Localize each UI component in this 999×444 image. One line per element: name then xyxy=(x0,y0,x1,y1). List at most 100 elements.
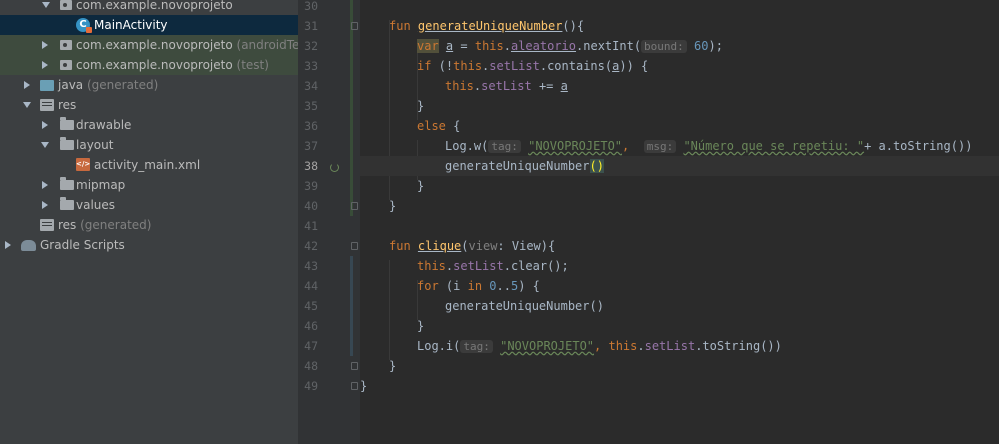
code-token-keyword: in xyxy=(467,279,483,293)
fold-marker-icon[interactable] xyxy=(351,22,358,30)
res-folder-icon xyxy=(40,219,54,231)
code-token-property: setList xyxy=(644,339,696,353)
code-line[interactable]: var a = this.aleatorio.nextInt(bound: 60… xyxy=(360,36,999,56)
code-line[interactable]: Log.w(tag: "NOVOPROJETO", msg: "Número q… xyxy=(360,136,999,156)
chevron-right-icon[interactable] xyxy=(42,181,48,189)
chevron-right-icon[interactable] xyxy=(42,201,48,209)
xml-file-icon: </> xyxy=(76,158,90,171)
line-number: 31 xyxy=(304,19,318,33)
tree-item-gradle-scripts[interactable]: Gradle Scripts xyxy=(0,235,298,255)
chevron-right-icon[interactable] xyxy=(42,61,48,69)
code-token-number: 60 xyxy=(694,39,709,53)
code-line[interactable]: if (!this.setList.contains(a)) { xyxy=(360,56,999,76)
code-line[interactable]: Log.i(tag: "NOVOPROJETO", this.setList.t… xyxy=(360,336,999,356)
chevron-down-icon[interactable] xyxy=(41,142,49,148)
tree-item-suffix: (generated) xyxy=(83,78,159,92)
code-token-property: aleatorio xyxy=(510,39,577,53)
tree-item-layout[interactable]: layout xyxy=(0,135,298,155)
chevron-right-icon[interactable] xyxy=(24,81,30,89)
code-token: ( xyxy=(461,239,469,253)
tree-item-res-generated[interactable]: res (generated) xyxy=(0,215,298,235)
code-line[interactable]: generateUniqueNumber() xyxy=(360,296,999,316)
code-token-property: setList xyxy=(481,79,532,93)
tree-item-package-test[interactable]: com.example.novoprojeto (test) xyxy=(0,55,298,75)
kotlin-class-icon: C xyxy=(76,18,92,33)
fold-marker-icon[interactable] xyxy=(351,202,358,210)
code-token: } xyxy=(417,99,425,113)
line-number: 33 xyxy=(304,59,318,73)
code-line[interactable]: fun generateUniqueNumber(){ xyxy=(360,16,999,36)
code-token: } xyxy=(417,179,425,193)
tree-item-label: activity_main.xml xyxy=(94,158,201,172)
tree-item-mainactivity[interactable]: C MainActivity xyxy=(0,15,298,35)
code-token-function: clique xyxy=(417,239,462,253)
tree-item-suffix: (test) xyxy=(232,58,269,72)
code-line[interactable]: for (i in 0..5) { xyxy=(360,276,999,296)
tree-item-suffix: (generated) xyxy=(76,218,152,232)
tree-item-drawable[interactable]: drawable xyxy=(0,115,298,135)
recursive-call-icon[interactable] xyxy=(330,163,339,172)
code-line[interactable]: } xyxy=(360,376,999,396)
code-line[interactable]: fun clique(view: View){ xyxy=(360,236,999,256)
code-line[interactable]: } xyxy=(360,316,999,336)
code-token: , xyxy=(594,339,609,353)
line-number: 36 xyxy=(304,119,318,133)
line-number: 37 xyxy=(304,139,318,153)
fold-marker-icon[interactable] xyxy=(351,382,358,390)
folder-icon xyxy=(60,177,74,190)
chevron-right-icon[interactable] xyxy=(42,121,48,129)
folder-icon xyxy=(60,137,74,150)
code-token-number: 0 xyxy=(489,279,497,293)
code-token-keyword: this xyxy=(474,39,504,53)
line-number: 42 xyxy=(304,239,318,253)
vcs-change-marker[interactable] xyxy=(350,256,353,356)
tree-item-java-generated[interactable]: java (generated) xyxy=(0,75,298,95)
tree-item-package-main[interactable]: com.example.novoprojeto xyxy=(0,0,298,15)
line-number: 30 xyxy=(304,0,318,13)
code-line[interactable]: else { xyxy=(360,116,999,136)
tree-item-activity-main-xml[interactable]: </> activity_main.xml xyxy=(0,155,298,175)
fold-marker-icon[interactable] xyxy=(351,242,358,250)
chevron-down-icon[interactable] xyxy=(42,2,50,8)
chevron-down-icon[interactable] xyxy=(23,102,31,108)
vcs-change-marker[interactable] xyxy=(350,0,353,216)
code-line[interactable]: } xyxy=(360,196,999,216)
matched-paren: () xyxy=(589,159,604,173)
gradle-icon xyxy=(21,240,36,251)
line-number: 44 xyxy=(304,279,318,293)
code-line[interactable]: } xyxy=(360,356,999,376)
parameter-hint: bound: xyxy=(641,40,687,53)
code-token: (i xyxy=(438,279,468,293)
tree-item-mipmap[interactable]: mipmap xyxy=(0,175,298,195)
folder-icon xyxy=(60,117,74,130)
code-token: } xyxy=(417,319,425,333)
tree-item-res[interactable]: res xyxy=(0,95,298,115)
tree-item-package-androidtest[interactable]: com.example.novoprojeto (androidTest) xyxy=(0,35,298,55)
code-token-keyword: this xyxy=(445,79,474,93)
chevron-right-icon[interactable] xyxy=(42,41,48,49)
package-icon xyxy=(60,60,72,70)
fold-marker-icon[interactable] xyxy=(351,362,358,370)
code-token: + a.toString()) xyxy=(864,139,973,153)
code-line-current[interactable]: generateUniqueNumber() xyxy=(360,156,999,176)
tree-item-label: mipmap xyxy=(76,178,126,192)
line-number: 43 xyxy=(304,259,318,273)
code-token: ); xyxy=(708,39,723,53)
code-token: .clear(); xyxy=(503,259,569,273)
code-token: : View){ xyxy=(497,239,556,253)
folder-icon xyxy=(60,197,74,210)
code-token: = xyxy=(453,39,475,53)
code-line[interactable]: this.setList.clear(); xyxy=(360,256,999,276)
code-line[interactable]: } xyxy=(360,96,999,116)
code-line[interactable]: this.setList += a xyxy=(360,76,999,96)
code-line[interactable]: } xyxy=(360,176,999,196)
res-folder-icon xyxy=(40,99,54,111)
chevron-right-icon[interactable] xyxy=(5,241,11,249)
code-token-keyword: if xyxy=(417,59,432,73)
tree-item-values[interactable]: values xyxy=(0,195,298,215)
code-token-keyword: this xyxy=(417,259,446,273)
code-token-parameter: view xyxy=(468,239,498,253)
line-number: 45 xyxy=(304,299,318,313)
code-editor[interactable]: fun generateUniqueNumber(){ var a = this… xyxy=(360,0,999,444)
code-token: Log.w( xyxy=(445,139,489,153)
